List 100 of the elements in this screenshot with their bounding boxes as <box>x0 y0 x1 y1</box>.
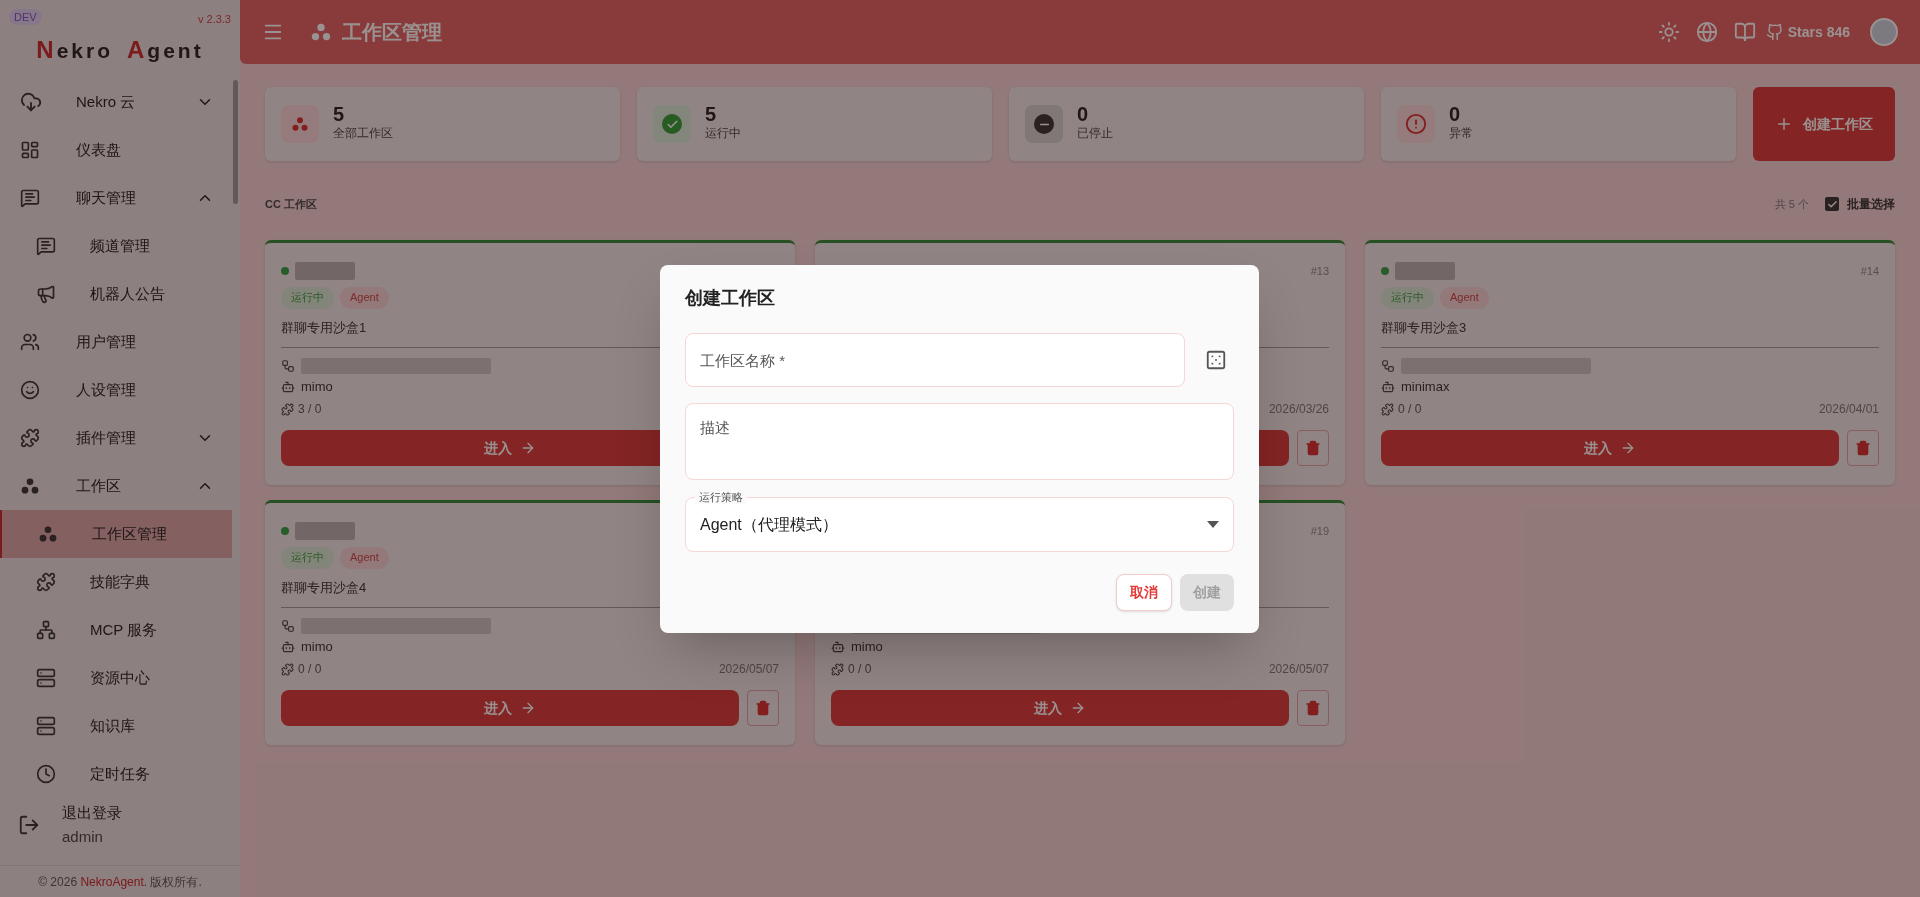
workspace-name-field[interactable]: 工作区名称 * <box>685 333 1185 387</box>
delete-button[interactable] <box>747 690 779 726</box>
robot-icon <box>831 640 845 654</box>
nav-item[interactable]: MCP 服务 <box>0 606 232 654</box>
enter-button[interactable]: 进入 <box>831 690 1289 726</box>
logo: N ekro Agent <box>36 35 204 65</box>
network-icon <box>36 620 56 640</box>
sun-icon[interactable] <box>1657 21 1680 43</box>
dev-badge: DEV <box>9 9 42 25</box>
network-icon <box>281 619 295 633</box>
model-name: minimax <box>1401 378 1450 397</box>
section-title: CC 工作区 <box>265 196 317 212</box>
created-date: 2026/03/26 <box>1268 401 1329 418</box>
book-icon[interactable] <box>1733 21 1756 43</box>
stat-label: 全部工作区 <box>333 125 393 142</box>
stat-label: 异常 <box>1449 125 1473 142</box>
nav-item[interactable]: 技能字典 <box>0 558 232 606</box>
redacted-text <box>295 522 355 540</box>
create-workspace-button[interactable]: 创建工作区 <box>1753 87 1895 161</box>
arrow-right-icon <box>1070 700 1086 716</box>
dice-icon <box>1205 349 1227 371</box>
nav-group[interactable]: 用户管理 <box>0 318 240 366</box>
status-tag: 运行中 <box>281 287 334 309</box>
github-stars-link[interactable]: Stars 846 <box>1765 21 1850 43</box>
nav-item[interactable]: 机器人公告 <box>0 270 232 318</box>
stat-value: 0 <box>1449 106 1462 123</box>
mode-tag: Agent <box>1440 287 1489 309</box>
description-field[interactable]: 描述 <box>685 403 1234 480</box>
trash-icon <box>755 700 771 716</box>
status-tag: 运行中 <box>1381 287 1434 309</box>
workspace-description: 群聊专用沙盒1 <box>281 320 367 335</box>
server-icon <box>36 716 56 736</box>
arrow-right-icon <box>1620 440 1636 456</box>
plugin-count: 3 / 0 <box>298 401 322 418</box>
logout-label: 退出登录 <box>62 803 122 823</box>
check-icon <box>653 105 691 143</box>
megaphone-icon <box>36 284 56 304</box>
clock-icon <box>36 764 56 784</box>
plugin-count: 0 / 0 <box>1398 401 1422 418</box>
globe-icon[interactable] <box>1695 21 1718 43</box>
nav-item[interactable]: 工作区管理 <box>0 510 232 558</box>
puzzle-icon <box>831 662 844 676</box>
workspace-description: 群聊专用沙盒4 <box>281 580 367 595</box>
plugin-count: 0 / 0 <box>298 661 322 678</box>
delete-button[interactable] <box>1847 430 1879 466</box>
workspace-id: #13 <box>1310 263 1329 279</box>
face-icon <box>20 380 40 400</box>
nekroagent-link[interactable]: NekroAgent <box>80 874 144 889</box>
minus-icon <box>1025 105 1063 143</box>
nav-group[interactable]: 工作区 <box>0 462 240 510</box>
dropdown-caret-icon <box>1207 521 1219 528</box>
robot-icon <box>1381 380 1395 394</box>
chat-icon <box>36 236 56 256</box>
nav-item[interactable]: 频道管理 <box>0 222 232 270</box>
mode-tag: Agent <box>340 547 389 569</box>
workspace-id: #14 <box>1860 263 1879 279</box>
created-date: 2026/05/07 <box>718 661 779 678</box>
avatar[interactable] <box>1870 18 1898 46</box>
enter-button[interactable]: 进入 <box>281 690 739 726</box>
robot-icon <box>281 640 295 654</box>
page-title: 工作区管理 <box>342 20 442 45</box>
trash-icon <box>1855 440 1871 456</box>
nav-item[interactable]: 定时任务 <box>0 750 232 785</box>
workspace-description: 群聊专用沙盒3 <box>1381 320 1467 335</box>
plugin-count: 0 / 0 <box>848 661 872 678</box>
dialog-title: 创建工作区 <box>685 287 776 310</box>
alert-icon <box>1397 105 1435 143</box>
server-icon <box>36 668 56 688</box>
delete-button[interactable] <box>1297 690 1329 726</box>
dots-icon <box>38 524 58 544</box>
puzzle-icon <box>20 428 40 448</box>
model-name: mimo <box>301 638 333 657</box>
redacted-text <box>1395 262 1455 280</box>
stat-value: 0 <box>1077 106 1090 123</box>
delete-button[interactable] <box>1297 430 1329 466</box>
created-date: 2026/04/01 <box>1818 401 1879 418</box>
version-label: v 2.3.3 <box>197 12 231 27</box>
nav-group[interactable]: 人设管理 <box>0 366 240 414</box>
puzzle-icon <box>1381 402 1394 416</box>
status-tag: 运行中 <box>281 547 334 569</box>
stat-label: 运行中 <box>705 125 741 142</box>
puzzle-icon <box>36 572 56 592</box>
batch-select-checkbox[interactable]: 批量选择 <box>1825 195 1895 213</box>
stat-value: 5 <box>705 106 718 123</box>
cancel-button[interactable]: 取消 <box>1116 574 1172 611</box>
github-icon <box>1765 23 1784 41</box>
users-icon <box>20 332 40 352</box>
nav-group[interactable]: 插件管理 <box>0 414 240 462</box>
redacted-text <box>295 262 355 280</box>
stat-value: 5 <box>333 106 346 123</box>
user-name: admin <box>62 827 104 847</box>
nav-item[interactable]: 资源中心 <box>0 654 232 702</box>
logout-button[interactable]: 退出登录 admin <box>0 785 240 865</box>
mode-tag: Agent <box>340 287 389 309</box>
network-icon <box>281 359 295 373</box>
robot-icon <box>281 380 295 394</box>
model-name: mimo <box>301 378 333 397</box>
puzzle-icon <box>281 402 294 416</box>
nav-item[interactable]: 知识库 <box>0 702 232 750</box>
enter-button[interactable]: 进入 <box>1381 430 1839 466</box>
